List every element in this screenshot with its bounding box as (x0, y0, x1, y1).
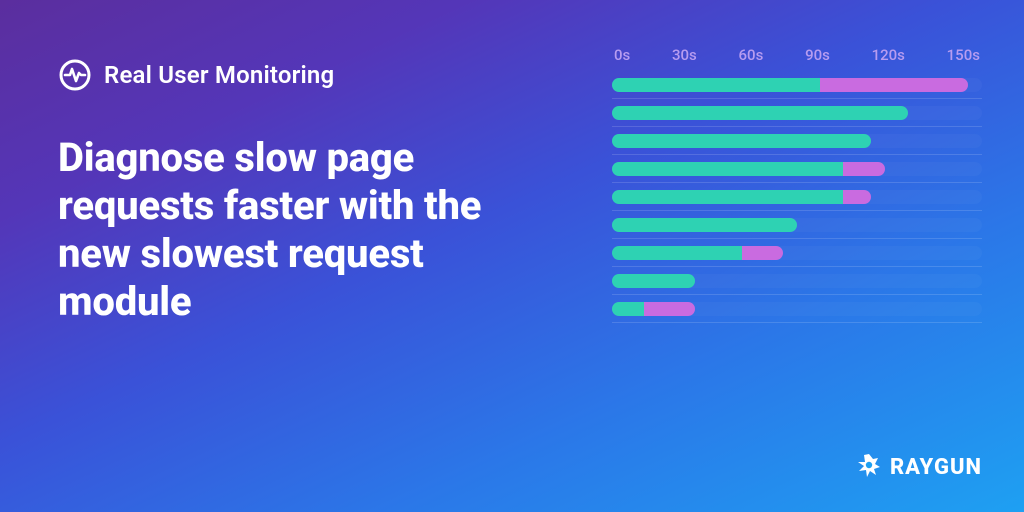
teal-segment (612, 134, 871, 148)
chart-x-axis: 0s 30s 60s 90s 120s 150s (612, 46, 982, 64)
chart-bar (612, 274, 982, 288)
product-badge: Real User Monitoring (58, 58, 538, 92)
magenta-segment (644, 302, 695, 316)
headline: Diagnose slow page requests faster with … (58, 134, 538, 326)
axis-tick: 60s (739, 46, 764, 64)
teal-segment (612, 302, 644, 316)
teal-segment (612, 274, 695, 288)
chart-bar (612, 106, 982, 120)
chart-bar (612, 134, 982, 148)
brand-logo: RAYGUN (856, 452, 982, 482)
chart-bar (612, 302, 982, 316)
chart-bar (612, 78, 982, 92)
raygun-icon (856, 452, 882, 482)
axis-tick: 30s (672, 46, 697, 64)
teal-segment (612, 218, 797, 232)
chart-bar (612, 246, 982, 260)
teal-segment (612, 106, 908, 120)
chart-rows (612, 78, 982, 316)
teal-segment (612, 162, 843, 176)
axis-tick: 120s (872, 46, 905, 64)
teal-segment (612, 78, 820, 92)
magenta-segment (843, 162, 885, 176)
chart-bar (612, 190, 982, 204)
magenta-segment (820, 78, 968, 92)
magenta-segment (742, 246, 784, 260)
product-name: Real User Monitoring (104, 61, 334, 89)
pulse-circle-icon (58, 58, 92, 92)
chart-bar (612, 162, 982, 176)
axis-tick: 0s (614, 46, 630, 64)
magenta-segment (843, 190, 871, 204)
teal-segment (612, 190, 843, 204)
brand-name: RAYGUN (890, 455, 982, 480)
chart-bar (612, 218, 982, 232)
axis-tick: 90s (805, 46, 830, 64)
axis-tick: 150s (947, 46, 980, 64)
teal-segment (612, 246, 742, 260)
request-timing-chart: 0s 30s 60s 90s 120s 150s (612, 46, 982, 316)
